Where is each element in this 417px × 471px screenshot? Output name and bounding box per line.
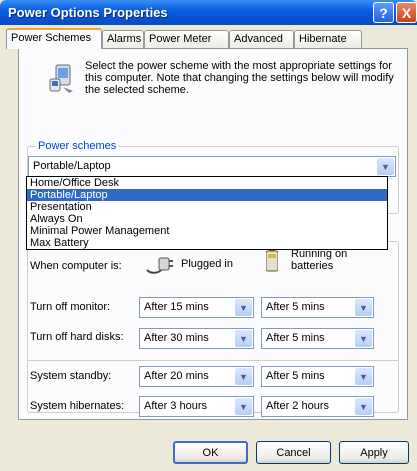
- battery-label-line-2: batteries: [291, 260, 334, 272]
- monitor-battery-select[interactable]: After 5 mins ▼: [261, 297, 374, 318]
- tab-power-schemes[interactable]: Power Schemes: [6, 28, 102, 49]
- list-item[interactable]: Minimal Power Management: [27, 225, 387, 237]
- list-item[interactable]: Home/Office Desk: [27, 177, 387, 189]
- list-item[interactable]: Always On: [27, 213, 387, 225]
- list-item[interactable]: Portable/Laptop: [27, 189, 387, 201]
- help-button[interactable]: ?: [373, 2, 394, 23]
- standby-plugged-value: After 20 mins: [144, 370, 209, 382]
- turn-off-hard-disks-label: Turn off hard disks:: [30, 331, 124, 343]
- power-scheme-selected-value: Portable/Laptop: [33, 160, 111, 172]
- hard-disks-plugged-value: After 30 mins: [144, 332, 209, 344]
- chevron-down-icon[interactable]: ▼: [235, 368, 252, 385]
- standby-battery-value: After 5 mins: [266, 370, 325, 382]
- power-schemes-group-label: Power schemes: [36, 140, 119, 152]
- hibernates-plugged-value: After 3 hours: [144, 400, 207, 412]
- monitor-plugged-value: After 15 mins: [144, 301, 209, 313]
- power-scheme-dropdown-list: Home/Office Desk Portable/Laptop Present…: [26, 176, 388, 250]
- chevron-down-icon[interactable]: ▼: [355, 398, 372, 415]
- hibernates-plugged-select[interactable]: After 3 hours ▼: [139, 396, 254, 417]
- plugged-in-label: Plugged in: [181, 258, 233, 270]
- chevron-down-icon[interactable]: ▼: [235, 299, 252, 316]
- turn-off-monitor-label: Turn off monitor:: [30, 301, 111, 313]
- monitor-plugged-select[interactable]: After 15 mins ▼: [139, 297, 254, 318]
- hibernates-battery-select[interactable]: After 2 hours ▼: [261, 396, 374, 417]
- running-on-batteries-label: Running on batteries: [291, 248, 347, 272]
- hibernates-battery-value: After 2 hours: [266, 400, 329, 412]
- intro-text: Select the power scheme with the most ap…: [85, 60, 394, 96]
- monitor-battery-value: After 5 mins: [266, 301, 325, 313]
- close-button[interactable]: X: [396, 2, 417, 23]
- battery-icon: [266, 248, 278, 272]
- power-scheme-icon: [49, 64, 73, 93]
- hard-disks-battery-select[interactable]: After 5 mins ▼: [261, 328, 374, 349]
- chevron-down-icon[interactable]: ▼: [235, 330, 252, 347]
- list-item[interactable]: Max Battery: [27, 237, 387, 249]
- settings-separator: [28, 360, 398, 361]
- system-hibernates-label: System hibernates:: [30, 400, 125, 412]
- hard-disks-battery-value: After 5 mins: [266, 332, 325, 344]
- tab-hibernate[interactable]: Hibernate: [294, 30, 362, 48]
- power-options-dialog: Power Options Properties ? X Power Schem…: [0, 0, 417, 471]
- chevron-down-icon[interactable]: ▼: [355, 368, 372, 385]
- power-scheme-select[interactable]: Portable/Laptop ▼: [28, 156, 396, 177]
- window-title: Power Options Properties: [8, 5, 168, 20]
- system-standby-label: System standby:: [30, 370, 112, 382]
- when-computer-is-label: When computer is:: [30, 260, 122, 272]
- standby-battery-select[interactable]: After 5 mins ▼: [261, 366, 374, 387]
- chevron-down-icon[interactable]: ▼: [235, 398, 252, 415]
- tab-advanced[interactable]: Advanced: [229, 30, 294, 48]
- cancel-button[interactable]: Cancel: [256, 441, 331, 464]
- chevron-down-icon[interactable]: ▼: [355, 299, 372, 316]
- power-plug-icon: [146, 257, 173, 274]
- chevron-down-icon[interactable]: ▼: [355, 330, 372, 347]
- hard-disks-plugged-select[interactable]: After 30 mins ▼: [139, 328, 254, 349]
- title-bar[interactable]: Power Options Properties ? X: [0, 0, 417, 25]
- apply-button[interactable]: Apply: [339, 441, 409, 464]
- list-item[interactable]: Presentation: [27, 201, 387, 213]
- settings-group: When computer is: Plugged in Running on …: [27, 241, 399, 417]
- tab-power-meter[interactable]: Power Meter: [144, 30, 229, 48]
- chevron-down-icon[interactable]: ▼: [377, 158, 394, 175]
- tab-alarms[interactable]: Alarms: [102, 30, 144, 48]
- ok-button[interactable]: OK: [173, 441, 248, 464]
- standby-plugged-select[interactable]: After 20 mins ▼: [139, 366, 254, 387]
